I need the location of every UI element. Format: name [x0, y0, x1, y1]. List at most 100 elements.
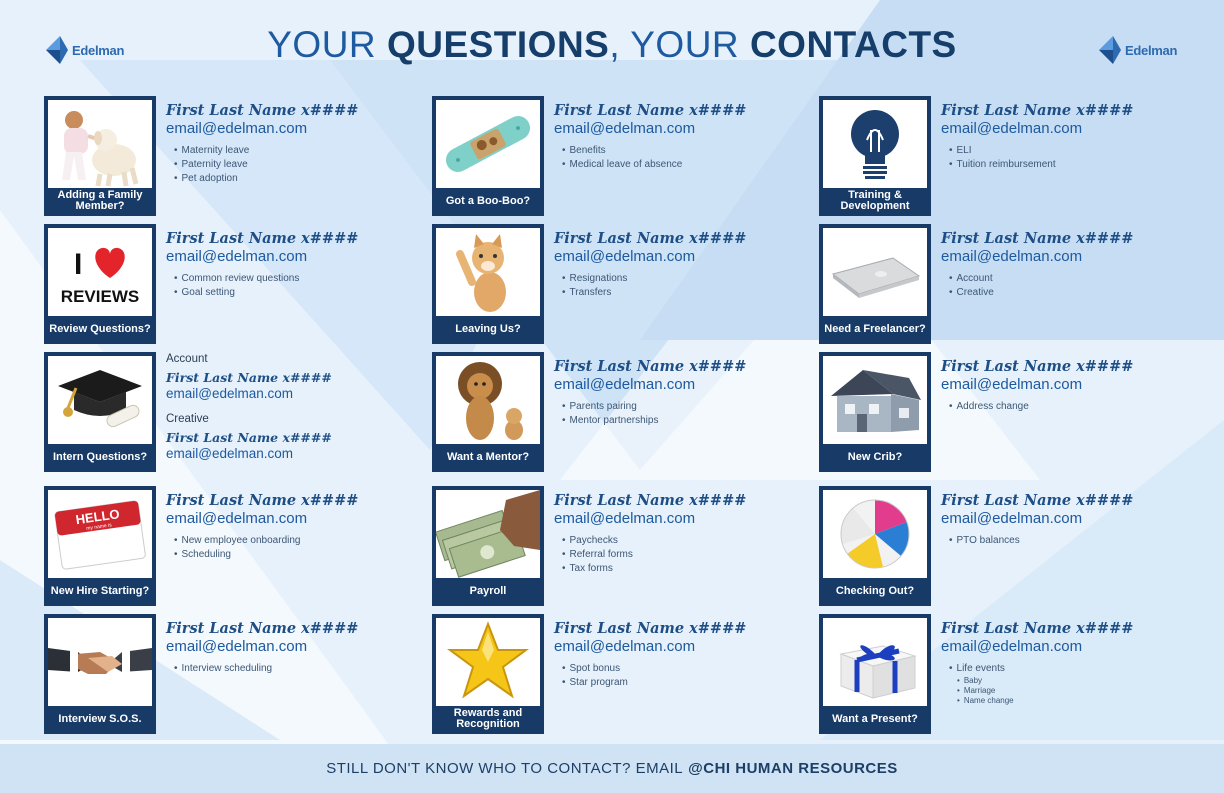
topic-tile: Rewards and Recognition: [432, 614, 544, 734]
list-item: Address change: [949, 400, 1203, 414]
list-item: Account: [949, 272, 1203, 286]
list-item: Tax forms: [562, 562, 816, 576]
topic-tile: Want a Mentor?: [432, 352, 544, 472]
topic-tile: Adding a Family Member?: [44, 96, 156, 216]
contact-name: First Last Name x####: [166, 430, 332, 445]
topic-list: Parents pairing Mentor partnerships: [562, 400, 816, 428]
contact-email[interactable]: email@edelman.com: [941, 120, 1203, 138]
laptop-icon: [831, 257, 921, 298]
contact-email[interactable]: email@edelman.com: [554, 638, 816, 656]
list-item: Resignations: [562, 272, 816, 286]
topic-caption: Need a Freelancer?: [824, 322, 926, 335]
i-love-reviews-icon: I REVIEWS: [61, 247, 139, 306]
list-item: Scheduling: [174, 548, 428, 562]
topic-tile: Checking Out?: [819, 486, 931, 606]
beach-ball-icon: [840, 499, 910, 569]
contact-name: First Last Name x####: [554, 230, 747, 247]
gold-star-icon: [446, 621, 530, 699]
topic-tile: Intern Questions?: [44, 352, 156, 472]
topic-caption: Training & Development: [840, 189, 910, 212]
contact-name: First Last Name x####: [941, 102, 1134, 119]
contact-email[interactable]: email@edelman.com: [941, 638, 1203, 656]
contact-name: First Last Name x####: [941, 492, 1134, 509]
footer-text: STILL DON'T KNOW WHO TO CONTACT? EMAIL: [326, 760, 684, 777]
poster: Edelman Edelman YOUR QUESTIONS, YOUR CON…: [0, 0, 1224, 793]
contact-email[interactable]: email@edelman.com: [554, 120, 816, 138]
topic-list: ELI Tuition reimbursement: [949, 144, 1203, 172]
list-item: Medical leave of absence: [562, 158, 816, 172]
list-item: Creative: [949, 286, 1203, 300]
topic-tile: HELLO my name is New Hire Starting?: [44, 486, 156, 606]
graduation-cap-icon: [58, 370, 142, 428]
lightbulb-icon: [851, 110, 899, 179]
contact-card-interview: Interview S.O.S. First Last Name x#### e…: [44, 614, 430, 736]
contact-email[interactable]: email@edelman.com: [554, 510, 816, 528]
topic-tile: Interview S.O.S.: [44, 614, 156, 734]
account-label: Account: [166, 353, 208, 365]
contact-name: First Last Name x####: [554, 102, 747, 119]
list-item: Mentor partnerships: [562, 414, 816, 428]
contact-name: First Last Name x####: [166, 230, 359, 247]
footer-banner: STILL DON'T KNOW WHO TO CONTACT? EMAIL @…: [0, 744, 1224, 793]
hello-name-tag-icon: HELLO my name is: [54, 500, 146, 570]
list-item: New employee onboarding: [174, 534, 428, 548]
contact-card-new-hire: HELLO my name is New Hire Starting? Firs…: [44, 486, 430, 608]
topic-list: Spot bonus Star program: [562, 662, 816, 690]
creative-label: Creative: [166, 413, 209, 425]
topic-caption: New Crib?: [847, 450, 903, 463]
topic-caption: Checking Out?: [835, 584, 915, 597]
topic-list: Paychecks Referral forms Tax forms: [562, 534, 816, 576]
footer-email-link[interactable]: @CHI HUMAN RESOURCES: [688, 760, 898, 777]
svg-text:REVIEWS: REVIEWS: [61, 287, 139, 306]
contact-email[interactable]: email@edelman.com: [941, 248, 1203, 266]
contact-card-boo-boo: Got a Boo-Boo? First Last Name x#### ema…: [432, 96, 818, 218]
contact-name: First Last Name x####: [554, 358, 747, 375]
svg-text:I: I: [74, 248, 82, 281]
contact-email[interactable]: email@edelman.com: [554, 248, 816, 266]
contact-card-new-crib: New Crib? First Last Name x#### email@ed…: [819, 352, 1205, 474]
list-item: Benefits: [562, 144, 816, 158]
list-item: Tuition reimbursement: [949, 158, 1203, 172]
topic-list: Address change: [949, 400, 1203, 414]
list-item: Star program: [562, 676, 816, 690]
contact-card-reviews: I REVIEWS Review Questions? First Last N…: [44, 224, 430, 346]
list-item: Maternity leave: [174, 144, 428, 158]
topic-caption: Payroll: [469, 584, 507, 597]
contact-name: First Last Name x####: [941, 358, 1134, 375]
list-item: Goal setting: [174, 286, 428, 300]
contact-email[interactable]: email@edelman.com: [166, 446, 428, 462]
contact-email[interactable]: email@edelman.com: [166, 386, 428, 402]
topic-caption: Interview S.O.S.: [58, 712, 142, 725]
list-item: Paychecks: [562, 534, 816, 548]
contact-email[interactable]: email@edelman.com: [554, 376, 816, 394]
house-icon: [831, 370, 921, 432]
topic-caption: Want a Mentor?: [446, 450, 530, 463]
topic-caption: Want a Present?: [832, 712, 918, 725]
contact-email[interactable]: email@edelman.com: [166, 248, 428, 266]
topic-list: Life events Baby Marriage Name change: [949, 662, 1203, 706]
contact-email[interactable]: email@edelman.com: [166, 510, 428, 528]
topic-tile: Payroll: [432, 486, 544, 606]
list-item: Common review questions: [174, 272, 428, 286]
contact-card-present: Want a Present? First Last Name x#### em…: [819, 614, 1205, 736]
gift-box-icon: [839, 645, 917, 699]
list-subitem: Baby: [957, 676, 1203, 686]
contact-name: First Last Name x####: [554, 620, 747, 637]
contact-email[interactable]: email@edelman.com: [941, 376, 1203, 394]
list-item: Spot bonus: [562, 662, 816, 676]
contact-email[interactable]: email@edelman.com: [166, 638, 428, 656]
list-item: Pet adoption: [174, 172, 428, 186]
contact-name: First Last Name x####: [166, 620, 359, 637]
contact-email[interactable]: email@edelman.com: [941, 510, 1203, 528]
contact-email[interactable]: email@edelman.com: [166, 120, 428, 138]
topic-list: New employee onboarding Scheduling: [174, 534, 428, 562]
handshake-icon: [48, 648, 152, 674]
topic-list: Account Creative: [949, 272, 1203, 300]
list-item: Parents pairing: [562, 400, 816, 414]
topic-tile: I REVIEWS Review Questions?: [44, 224, 156, 344]
topic-list: Maternity leave Paternity leave Pet adop…: [174, 144, 428, 186]
contact-name: First Last Name x####: [554, 492, 747, 509]
topic-list: PTO balances: [949, 534, 1203, 548]
waving-kitten-icon: [456, 234, 506, 312]
baby-puppy-photo-icon: [62, 111, 139, 187]
